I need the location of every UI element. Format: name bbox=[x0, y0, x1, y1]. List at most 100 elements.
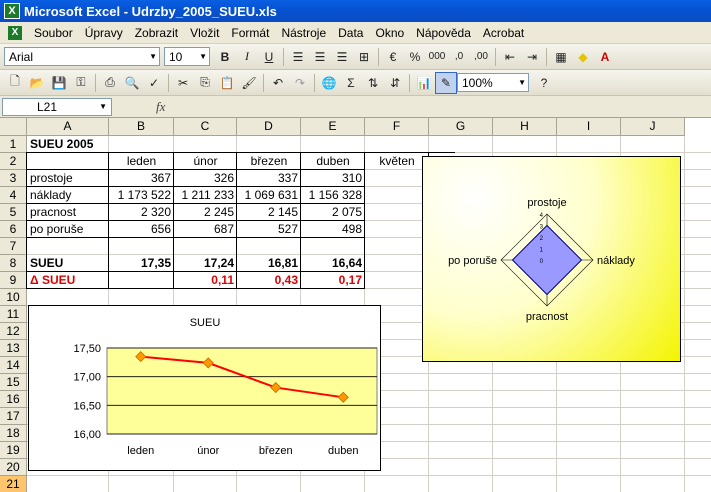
help-button[interactable]: ? bbox=[533, 72, 555, 94]
chevron-down-icon[interactable]: ▼ bbox=[149, 52, 157, 61]
column-header-a[interactable]: A bbox=[27, 118, 109, 136]
row-header-9[interactable]: 9 bbox=[0, 272, 27, 289]
cell-d3[interactable]: 337 bbox=[237, 170, 301, 187]
cell-e9[interactable]: 0,17 bbox=[301, 272, 365, 289]
cell-e5[interactable]: 2 075 bbox=[301, 204, 365, 221]
redo-icon[interactable]: ↷ bbox=[289, 72, 311, 94]
cell-b4[interactable]: 1 173 522 bbox=[109, 187, 174, 204]
cell-c6[interactable]: 687 bbox=[174, 221, 237, 238]
cell-c3[interactable]: 326 bbox=[174, 170, 237, 187]
fill-color-icon[interactable]: ◆ bbox=[572, 46, 594, 68]
column-header-b[interactable]: B bbox=[109, 118, 174, 136]
currency-icon[interactable]: € bbox=[382, 46, 404, 68]
menu-zobrazit[interactable]: Zobrazit bbox=[129, 26, 184, 40]
align-center-icon[interactable]: ☰ bbox=[309, 46, 331, 68]
cell-a3[interactable]: prostoje bbox=[27, 170, 109, 187]
italic-button[interactable]: I bbox=[236, 46, 258, 68]
merge-center-icon[interactable]: ⊞ bbox=[353, 46, 375, 68]
column-header-e[interactable]: E bbox=[301, 118, 365, 136]
row-header-20[interactable]: 20 bbox=[0, 459, 27, 476]
column-header-g[interactable]: G bbox=[429, 118, 493, 136]
menu-nastroje[interactable]: Nástroje bbox=[275, 26, 332, 40]
spelling-icon[interactable]: ✓ bbox=[143, 72, 165, 94]
cell-f2[interactable]: květen bbox=[365, 153, 429, 170]
row-header-12[interactable]: 12 bbox=[0, 323, 27, 340]
cell-e4[interactable]: 1 156 328 bbox=[301, 187, 365, 204]
cell-e8[interactable]: 16,64 bbox=[301, 255, 365, 272]
cell-d8[interactable]: 16,81 bbox=[237, 255, 301, 272]
cell-a4[interactable]: náklady bbox=[27, 187, 109, 204]
cell-c4[interactable]: 1 211 233 bbox=[174, 187, 237, 204]
menu-acrobat[interactable]: Acrobat bbox=[477, 26, 530, 40]
menu-soubor[interactable]: Soubor bbox=[28, 26, 79, 40]
cell-a9[interactable]: Δ SUEU bbox=[27, 272, 109, 289]
drawing-icon[interactable]: ✎ bbox=[435, 71, 457, 94]
cell-c9[interactable]: 0,11 bbox=[174, 272, 237, 289]
excel-app-icon[interactable]: X bbox=[4, 3, 20, 19]
print-icon[interactable]: ⎙ bbox=[99, 72, 121, 94]
menu-vlozit[interactable]: Vložit bbox=[184, 26, 225, 40]
insert-function-icon[interactable]: fx bbox=[156, 99, 165, 115]
cell-b6[interactable]: 656 bbox=[109, 221, 174, 238]
workbook-icon[interactable]: X bbox=[8, 25, 22, 40]
chevron-down-icon[interactable]: ▼ bbox=[518, 78, 526, 87]
row-header-5[interactable]: 5 bbox=[0, 204, 27, 221]
format-painter-icon[interactable]: 🖌 bbox=[238, 72, 260, 94]
name-box[interactable]: L21 ▼ bbox=[2, 97, 112, 116]
cell-a1[interactable]: SUEU 2005 bbox=[27, 136, 109, 153]
row-header-1[interactable]: 1 bbox=[0, 136, 27, 153]
row-header-8[interactable]: 8 bbox=[0, 255, 27, 272]
row-header-13[interactable]: 13 bbox=[0, 340, 27, 357]
print-preview-icon[interactable]: 🔍 bbox=[121, 72, 143, 94]
cut-icon[interactable]: ✂ bbox=[172, 72, 194, 94]
cell-e2[interactable]: duben bbox=[301, 153, 365, 170]
font-name-combo[interactable]: Arial ▼ bbox=[4, 47, 160, 66]
cell-a6[interactable]: po poruše bbox=[27, 221, 109, 238]
font-color-icon[interactable]: A bbox=[594, 46, 616, 68]
row-header-7[interactable]: 7 bbox=[0, 238, 27, 255]
cell-c5[interactable]: 2 245 bbox=[174, 204, 237, 221]
decrease-indent-icon[interactable]: ⇤ bbox=[499, 46, 521, 68]
cell-b5[interactable]: 2 320 bbox=[109, 204, 174, 221]
new-icon[interactable]: 🗋 bbox=[4, 72, 26, 94]
row-header-4[interactable]: 4 bbox=[0, 187, 27, 204]
row-header-21[interactable]: 21 bbox=[0, 476, 27, 492]
cell-a5[interactable]: pracnost bbox=[27, 204, 109, 221]
cell-b2[interactable]: leden bbox=[109, 153, 174, 170]
underline-button[interactable]: U bbox=[258, 46, 280, 68]
copy-icon[interactable]: ⎘ bbox=[194, 72, 216, 94]
menu-format[interactable]: Formát bbox=[225, 26, 275, 40]
increase-indent-icon[interactable]: ⇥ bbox=[521, 46, 543, 68]
row-header-6[interactable]: 6 bbox=[0, 221, 27, 238]
autosum-button[interactable]: Σ bbox=[340, 72, 362, 94]
save-icon[interactable]: 💾 bbox=[48, 72, 70, 94]
thousands-button[interactable]: 000 bbox=[426, 46, 448, 68]
cell-b3[interactable]: 367 bbox=[109, 170, 174, 187]
cell-d5[interactable]: 2 145 bbox=[237, 204, 301, 221]
select-all-corner[interactable] bbox=[0, 118, 27, 136]
row-header-18[interactable]: 18 bbox=[0, 425, 27, 442]
menu-data[interactable]: Data bbox=[332, 26, 369, 40]
column-header-d[interactable]: D bbox=[237, 118, 301, 136]
row-header-17[interactable]: 17 bbox=[0, 408, 27, 425]
row-header-15[interactable]: 15 bbox=[0, 374, 27, 391]
percent-button[interactable]: % bbox=[404, 46, 426, 68]
cell-c8[interactable]: 17,24 bbox=[174, 255, 237, 272]
row-header-19[interactable]: 19 bbox=[0, 442, 27, 459]
column-header-j[interactable]: J bbox=[621, 118, 685, 136]
permission-icon[interactable]: ⚿ bbox=[70, 72, 92, 94]
bold-button[interactable]: B bbox=[214, 46, 236, 68]
open-icon[interactable]: 📂 bbox=[26, 72, 48, 94]
borders-icon[interactable]: ▦ bbox=[550, 46, 572, 68]
worksheet-grid[interactable]: A B C D E F G H I J 1 2 3 4 5 6 7 8 9 10 11 12 13 14 15 16 17 18 19 2… bbox=[0, 118, 711, 492]
sueu-line-chart[interactable]: SUEU 16,00 16,50 17,00 17,50 leden únor březen d… bbox=[28, 305, 381, 471]
cell-e3[interactable]: 310 bbox=[301, 170, 365, 187]
cell-e6[interactable]: 498 bbox=[301, 221, 365, 238]
row-header-11[interactable]: 11 bbox=[0, 306, 27, 323]
column-header-c[interactable]: C bbox=[174, 118, 237, 136]
align-right-icon[interactable]: ☰ bbox=[331, 46, 353, 68]
column-header-h[interactable]: H bbox=[493, 118, 557, 136]
chevron-down-icon[interactable]: ▼ bbox=[99, 102, 107, 111]
chart-wizard-icon[interactable]: 📊 bbox=[413, 72, 435, 94]
chevron-down-icon[interactable]: ▼ bbox=[199, 52, 207, 61]
